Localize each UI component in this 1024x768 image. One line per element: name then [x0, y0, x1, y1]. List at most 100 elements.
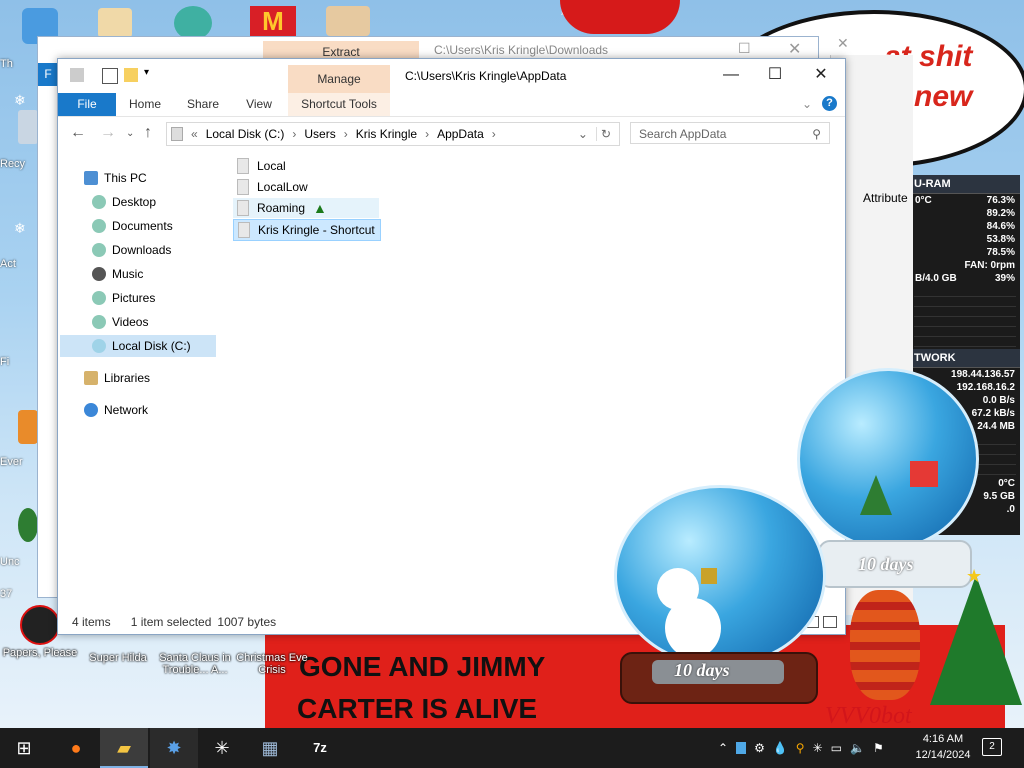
firefox-icon[interactable]: ●	[52, 728, 100, 768]
gadget-temp: 0°C	[998, 478, 1015, 489]
large-icons-view-icon[interactable]	[823, 616, 837, 628]
file-item-locallow[interactable]: LocalLow	[233, 177, 312, 197]
desktop-icon-label: Act	[0, 258, 16, 270]
nav-downloads[interactable]: Downloads	[92, 239, 250, 261]
christmas-tree-icon	[930, 575, 1022, 705]
folder-icon[interactable]	[124, 68, 138, 82]
close-icon[interactable]: ✕	[837, 35, 849, 52]
tab-view[interactable]: View	[234, 93, 284, 116]
minimize-button[interactable]: —	[708, 59, 754, 91]
tab-shortcut-tools[interactable]: Shortcut Tools	[288, 93, 390, 116]
bg-file-tab[interactable]: F	[38, 63, 58, 86]
tab-share[interactable]: Share	[178, 93, 228, 116]
snowflake-app-icon[interactable]: ✳	[198, 728, 246, 768]
desktop-icon[interactable]	[98, 8, 132, 38]
desktop-icon[interactable]	[18, 508, 38, 542]
breadcrumb-item[interactable]: AppData	[437, 127, 484, 141]
documents-icon	[92, 219, 106, 233]
status-item-count: 4 items	[72, 615, 111, 629]
mcdonalds-icon[interactable]: M	[250, 6, 296, 36]
nav-label: Desktop	[112, 195, 157, 209]
volume-icon[interactable]: 🔈	[850, 741, 865, 755]
tray-flag-icon[interactable]: ⚑	[873, 741, 884, 755]
computer-icon	[84, 171, 98, 185]
tray-drop-icon[interactable]: 💧	[773, 741, 788, 755]
tray-chevron-icon[interactable]: ⌃	[718, 741, 728, 755]
address-dropdown-icon[interactable]: ⌄	[578, 127, 588, 141]
chevron-right-icon[interactable]: ›	[344, 127, 348, 141]
file-name: Local	[257, 159, 286, 173]
nav-libraries[interactable]: Libraries	[84, 367, 242, 389]
close-button[interactable]: ✕	[798, 59, 844, 91]
back-icon[interactable]: ←	[70, 124, 86, 142]
file-item-roaming[interactable]: Roaming ▲	[233, 198, 379, 218]
properties-icon[interactable]	[70, 68, 84, 82]
app-icon[interactable]: ✸	[150, 728, 198, 768]
tab-home[interactable]: Home	[120, 93, 170, 116]
chevron-right-icon[interactable]: ›	[425, 127, 429, 141]
start-button[interactable]: ⊞	[0, 728, 48, 768]
desktop-icon-label: Recy	[0, 158, 26, 170]
tray-app-icon[interactable]	[736, 742, 747, 754]
file-item-local[interactable]: Local	[233, 156, 290, 176]
expand-ribbon-icon[interactable]: ⌄	[802, 97, 812, 111]
file-name: LocalLow	[257, 180, 308, 194]
chevron-right-icon[interactable]: ›	[292, 127, 296, 141]
qa-dropdown-icon[interactable]: ▾	[144, 67, 149, 78]
nav-documents[interactable]: Documents	[92, 215, 250, 237]
gadget-cpu-total: 76.3%	[986, 195, 1015, 206]
close-icon[interactable]: ✕	[788, 39, 801, 59]
7zip-icon[interactable]: 7z	[296, 728, 344, 768]
gadget-ip: 198.44.136.57	[951, 369, 1015, 380]
snow-globe-right	[797, 368, 979, 550]
breadcrumb[interactable]: « Local Disk (C:) › Users › Kris Kringle…	[166, 122, 620, 146]
maximize-icon[interactable]: ☐	[738, 40, 751, 57]
recycle-bin-icon[interactable]	[18, 110, 38, 144]
folder-icon	[237, 200, 249, 216]
nav-videos[interactable]: Videos	[92, 311, 250, 333]
globe-label: 10 days	[674, 660, 730, 680]
banner-text: GONE AND JIMMY	[299, 651, 546, 682]
image-app-icon[interactable]: ▦	[246, 728, 294, 768]
tray-search-icon[interactable]: ⚲	[796, 741, 805, 755]
desktop-icon[interactable]	[326, 6, 370, 36]
nav-this-pc[interactable]: This PC	[84, 167, 242, 189]
clock[interactable]: 4:16 AM 12/14/2024	[912, 731, 974, 763]
tab-file[interactable]: File	[58, 93, 116, 116]
breadcrumb-item[interactable]: Kris Kringle	[356, 127, 417, 141]
nav-network[interactable]: Network	[84, 399, 242, 421]
help-icon[interactable]: ?	[822, 96, 837, 111]
forward-icon[interactable]: →	[100, 124, 116, 142]
navigation-pane: This PC Desktop Documents Downloads Musi…	[58, 159, 226, 599]
nav-pictures[interactable]: Pictures	[92, 287, 250, 309]
maximize-button[interactable]: ☐	[752, 59, 798, 91]
notification-center-icon[interactable]: 2	[982, 738, 1002, 756]
nav-local-disk[interactable]: Local Disk (C:)	[60, 335, 216, 357]
nav-desktop[interactable]: Desktop	[92, 191, 250, 213]
file-item-shortcut[interactable]: Kris Kringle - Shortcut	[233, 219, 381, 241]
breadcrumb-item[interactable]: Users	[304, 127, 335, 141]
file-explorer-icon[interactable]: ▰	[100, 728, 148, 768]
checklist-icon[interactable]	[102, 68, 118, 84]
tab-manage[interactable]: Manage	[288, 65, 390, 93]
desktop-icon-super-hilda[interactable]: Super Hilda	[80, 630, 156, 664]
nav-label: This PC	[104, 171, 147, 185]
chevron-right-icon[interactable]: ›	[492, 127, 496, 141]
search-input[interactable]: Search AppData ⚲	[630, 122, 830, 144]
recent-dropdown-icon[interactable]: ⌄	[126, 128, 134, 139]
breadcrumb-item[interactable]: Local Disk (C:)	[206, 127, 285, 141]
tray-snow-icon[interactable]: ✳	[813, 741, 823, 755]
tray-tool-icon[interactable]: ⚙	[754, 741, 765, 755]
search-icon: ⚲	[812, 127, 821, 141]
refresh-icon[interactable]: ↻	[595, 127, 611, 141]
tray-network-icon[interactable]: ▭	[831, 741, 842, 755]
desktop-icon[interactable]	[18, 410, 38, 444]
nav-music[interactable]: Music	[92, 263, 250, 285]
window-title: C:\Users\Kris Kringle\AppData	[405, 69, 567, 83]
gadget-core: 89.2%	[986, 208, 1015, 219]
desktop-icon-santa-claus[interactable]: Santa Claus in Trouble... A...	[157, 630, 233, 676]
desktop-icon-christmas-eve-crisis[interactable]: Christmas Eve Crisis	[234, 630, 310, 676]
overflow-chevron-icon[interactable]: «	[191, 127, 198, 141]
desktop-icon[interactable]	[174, 6, 212, 40]
up-icon[interactable]: ↑	[144, 124, 152, 142]
